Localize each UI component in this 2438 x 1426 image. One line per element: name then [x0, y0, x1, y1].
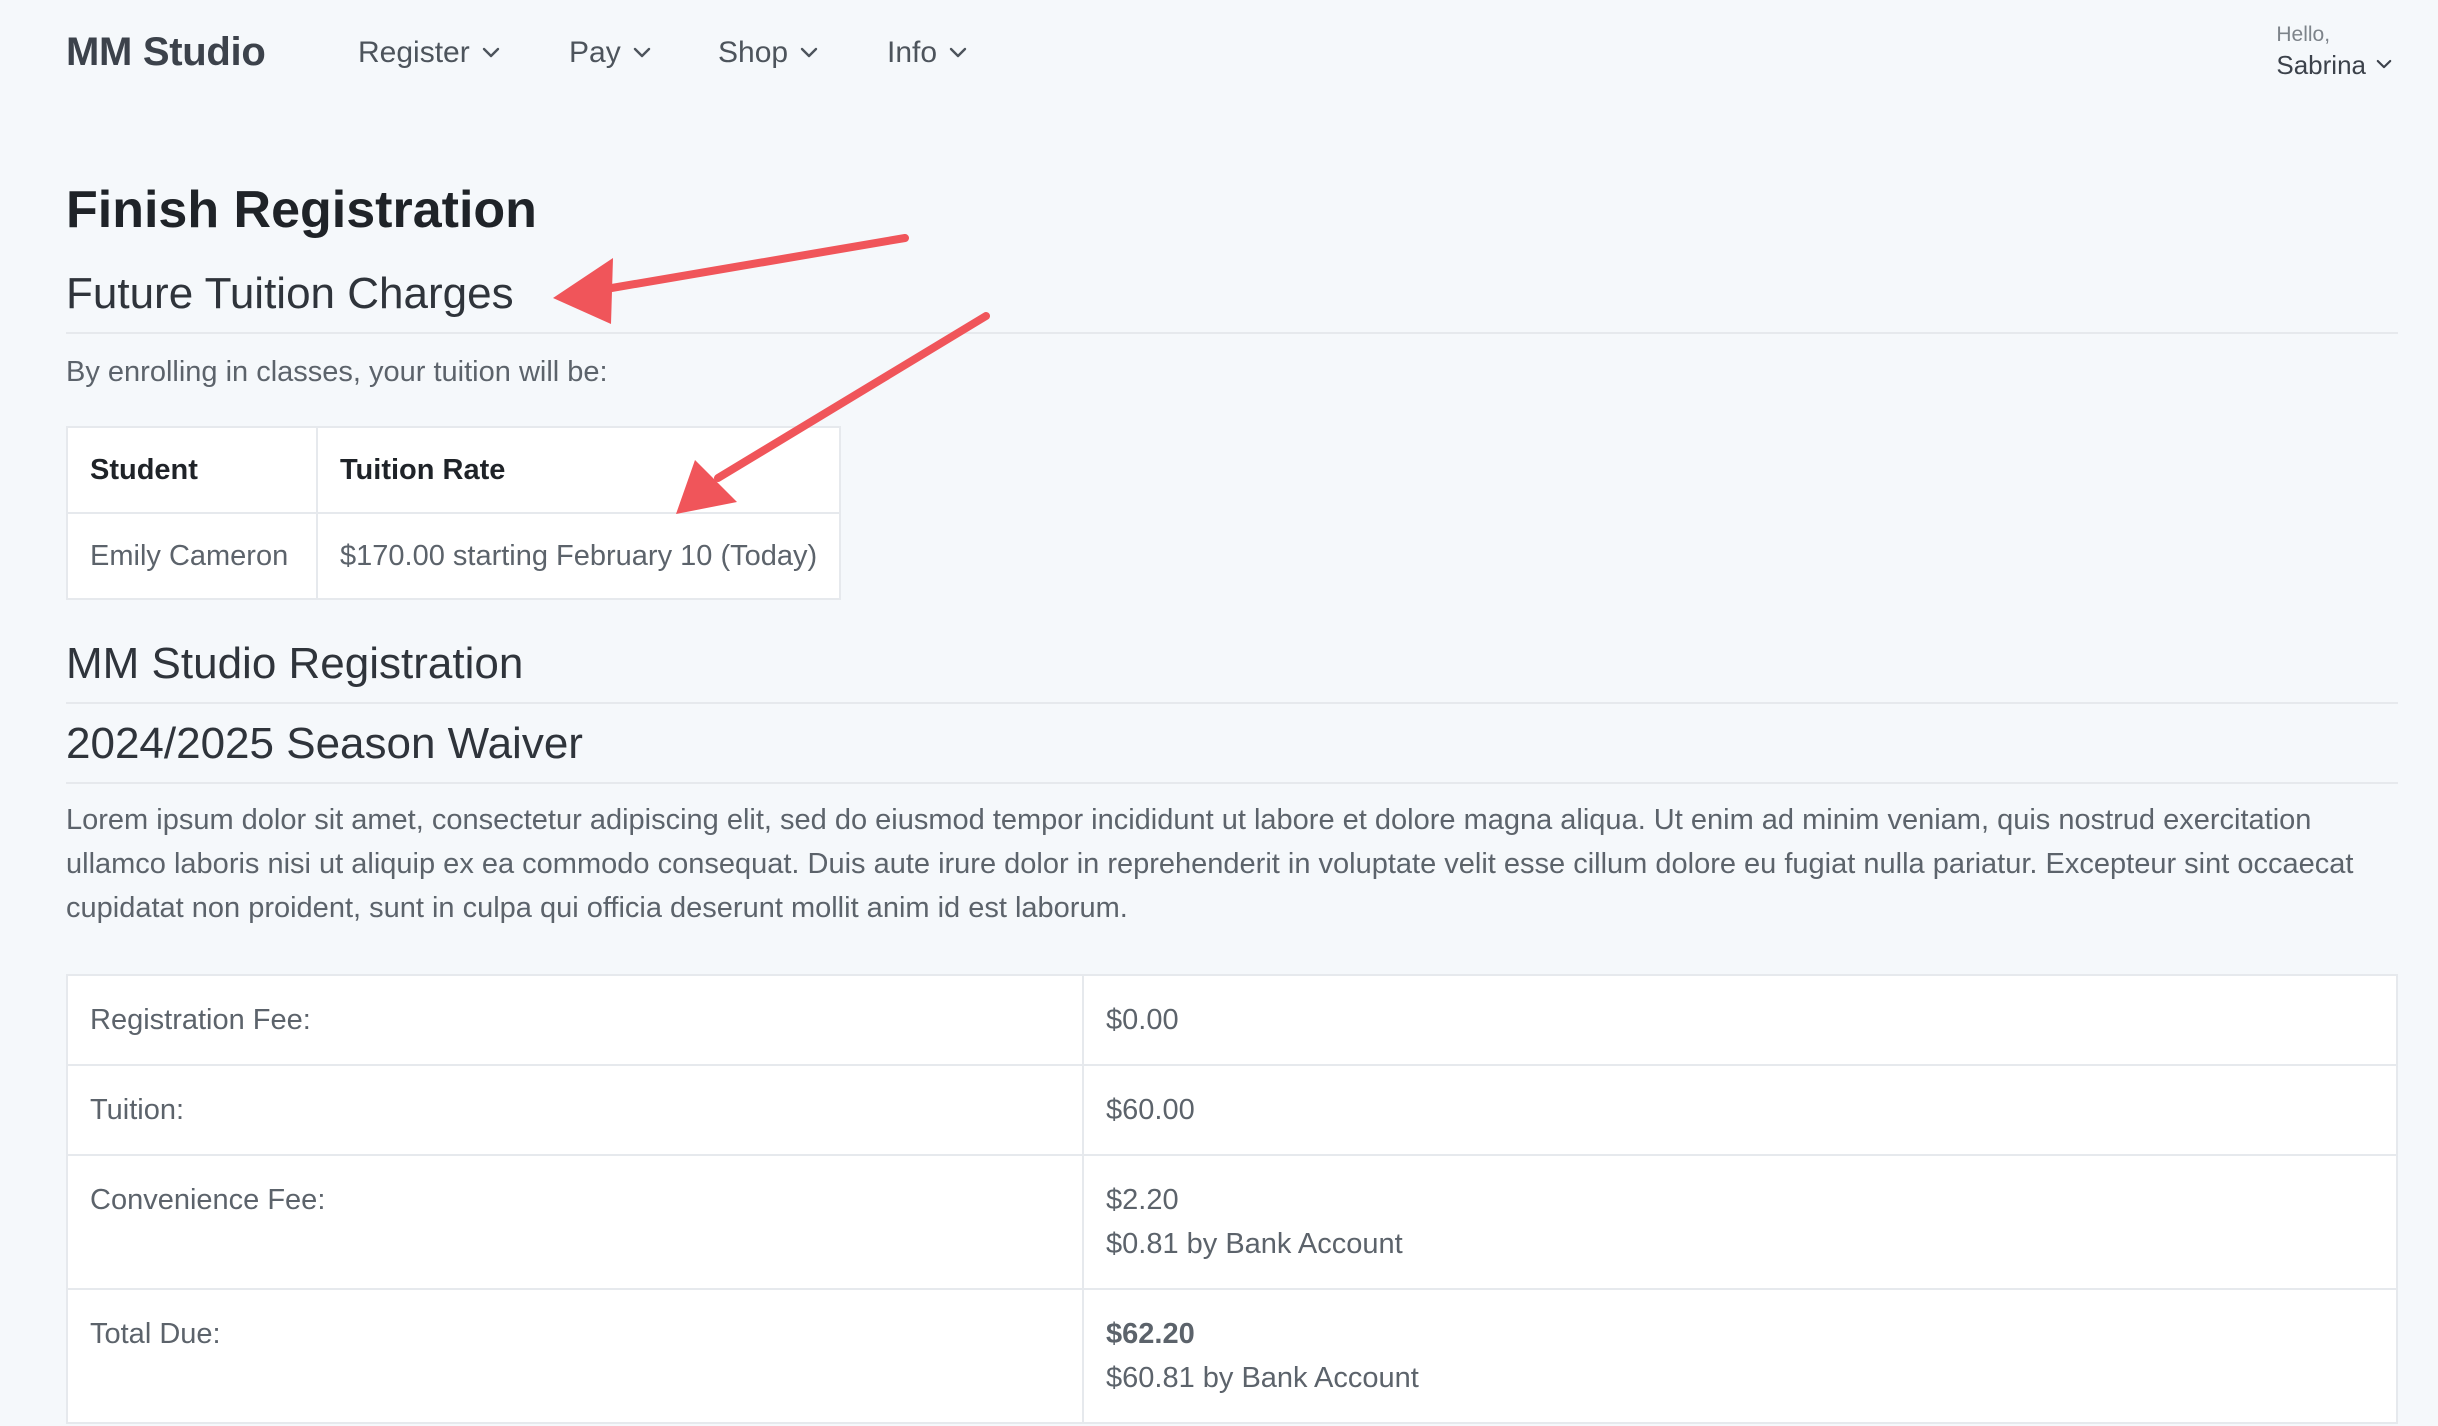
nav-pay[interactable]: Pay	[569, 36, 651, 70]
chevron-down-icon	[2376, 59, 2394, 71]
chevron-down-icon	[949, 47, 967, 59]
tuition-rate-cell: $170.00 starting February 10 (Today)	[315, 512, 842, 600]
user-menu[interactable]: Hello, Sabrina	[2276, 22, 2394, 82]
tuition-table: Student Tuition Rate Emily Cameron $170.…	[66, 426, 842, 600]
main-content: Finish Registration Future Tuition Charg…	[66, 170, 2398, 1424]
tuition-value: $60.00	[1082, 1064, 2398, 1156]
table-row: Convenience Fee: $2.20 $0.81 by Bank Acc…	[66, 1154, 2398, 1290]
nav-shop-label: Shop	[718, 36, 789, 69]
registration-heading: MM Studio Registration	[66, 632, 2398, 704]
tuition-label: Tuition:	[66, 1064, 1084, 1156]
chevron-down-icon	[800, 47, 818, 59]
nav-shop[interactable]: Shop	[718, 36, 818, 70]
nav-info-label: Info	[887, 36, 938, 69]
nav-register-label: Register	[358, 36, 470, 69]
registration-fee-value: $0.00	[1082, 974, 2398, 1066]
column-header-tuition-rate: Tuition Rate	[315, 426, 842, 514]
column-header-student: Student	[66, 426, 318, 514]
total-due-value: $62.20	[1106, 1318, 1195, 1350]
waiver-text: Lorem ipsum dolor sit amet, consectetur …	[66, 804, 2354, 924]
table-header-row: Student Tuition Rate	[66, 426, 842, 514]
total-due-cell: $62.20 $60.81 by Bank Account	[1082, 1288, 2398, 1424]
table-row: Emily Cameron $170.00 starting February …	[66, 512, 842, 600]
total-due-bank: $60.81 by Bank Account	[1106, 1362, 1419, 1394]
table-row: Total Due: $62.20 $60.81 by Bank Account	[66, 1288, 2398, 1424]
table-row: Tuition: $60.00	[66, 1064, 2398, 1156]
future-tuition-heading: Future Tuition Charges	[66, 262, 2398, 334]
fees-table: Registration Fee: $0.00 Tuition: $60.00 …	[66, 974, 2398, 1424]
registration-fee-label: Registration Fee:	[66, 974, 1084, 1066]
convenience-fee-bank: $0.81 by Bank Account	[1106, 1228, 1403, 1260]
student-name-cell: Emily Cameron	[66, 512, 318, 600]
nav-register[interactable]: Register	[358, 36, 500, 70]
user-greeting: Hello,	[2276, 23, 2331, 46]
total-due-label: Total Due:	[66, 1288, 1084, 1424]
convenience-fee-label: Convenience Fee:	[66, 1154, 1084, 1290]
nav-info[interactable]: Info	[887, 36, 967, 70]
page-title: Finish Registration	[66, 181, 537, 239]
convenience-fee-cell: $2.20 $0.81 by Bank Account	[1082, 1154, 2398, 1290]
table-row: Registration Fee: $0.00	[66, 974, 2398, 1066]
chevron-down-icon	[482, 47, 500, 59]
brand-logo[interactable]: MM Studio	[66, 30, 266, 75]
future-tuition-lead: By enrolling in classes, your tuition wi…	[66, 356, 608, 388]
convenience-fee-value: $2.20	[1106, 1184, 1179, 1216]
chevron-down-icon	[633, 47, 651, 59]
nav-pay-label: Pay	[569, 36, 621, 69]
waiver-heading: 2024/2025 Season Waiver	[66, 712, 2398, 784]
user-name: Sabrina	[2276, 50, 2366, 80]
top-navbar: MM Studio Register Pay Shop Info Hello, …	[0, 0, 2438, 110]
